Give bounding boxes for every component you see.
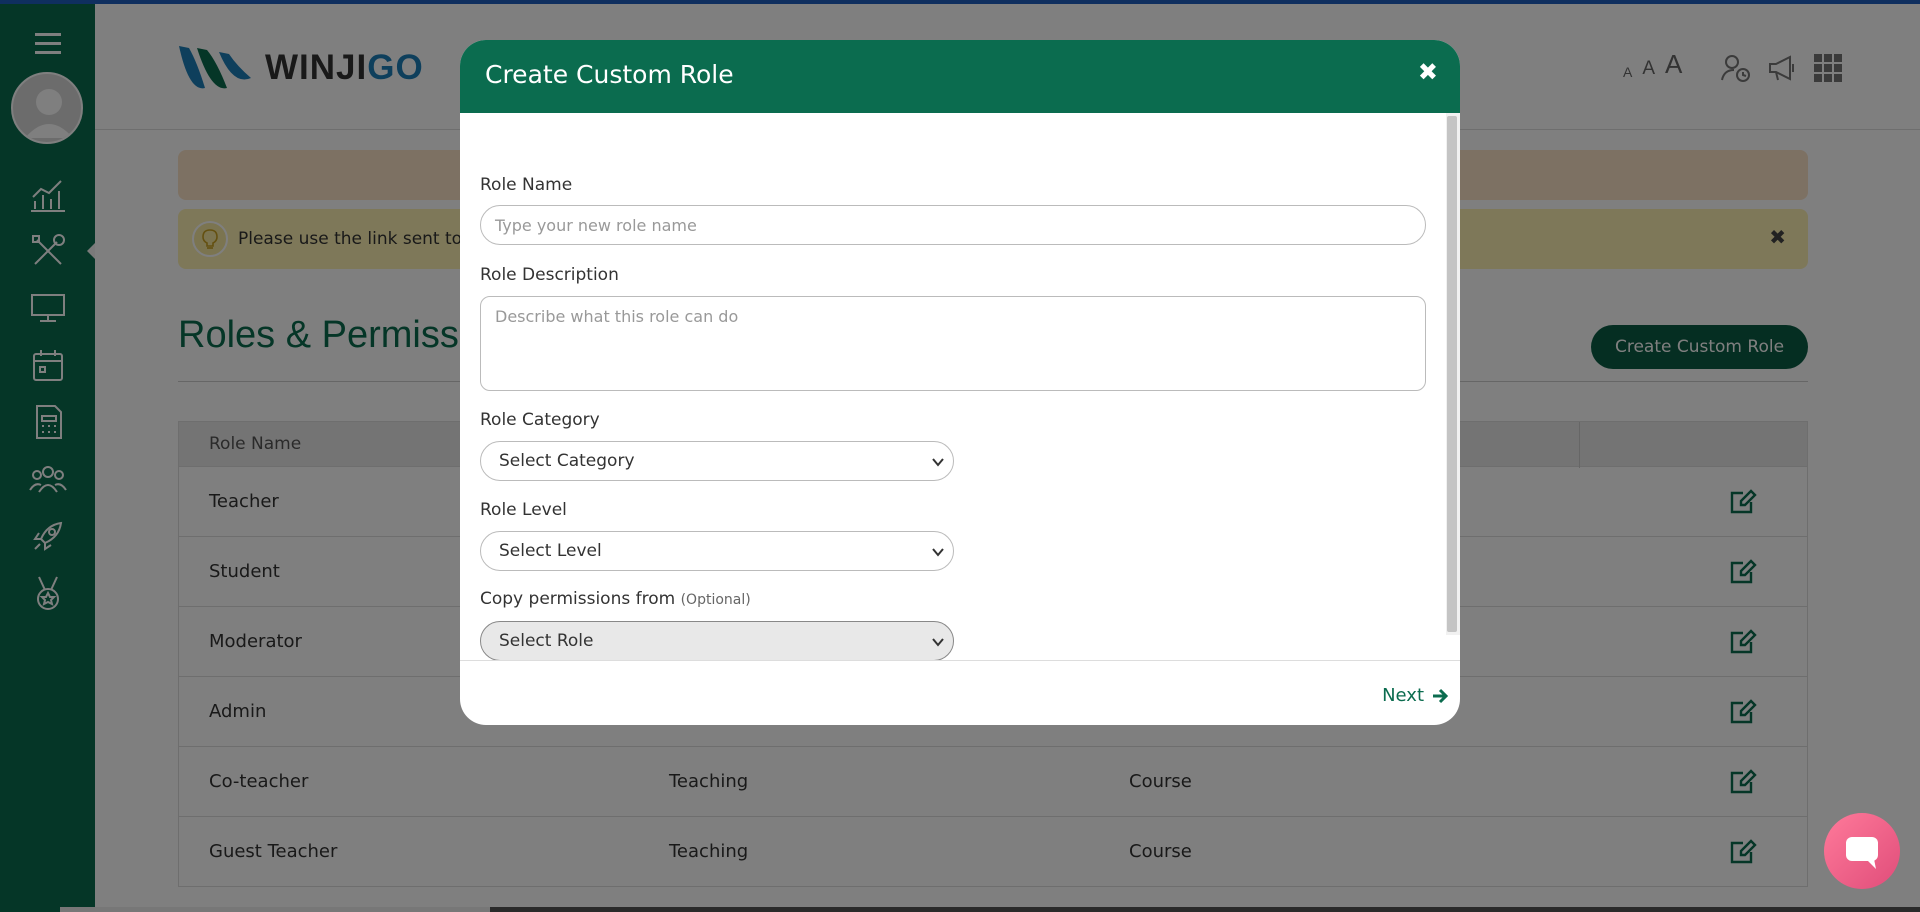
create-custom-role-modal: Create Custom Role ✖ Role Name Type your… bbox=[460, 40, 1460, 725]
next-label: Next bbox=[1382, 685, 1424, 706]
chat-button[interactable] bbox=[1824, 813, 1900, 889]
chevron-down-icon bbox=[931, 634, 945, 654]
optional-hint: (Optional) bbox=[680, 592, 751, 608]
role-description-textarea[interactable]: Describe what this role can do bbox=[480, 296, 1426, 391]
modal-footer: Next bbox=[460, 660, 1460, 725]
close-icon[interactable]: ✖ bbox=[1418, 58, 1438, 86]
modal-scrollbar-thumb[interactable] bbox=[1447, 116, 1457, 632]
copy-permissions-select[interactable]: Select Role bbox=[480, 621, 954, 661]
next-button[interactable]: Next bbox=[1382, 685, 1448, 706]
modal-header: Create Custom Role ✖ bbox=[460, 40, 1460, 113]
arrow-right-icon bbox=[1433, 688, 1448, 703]
role-level-label: Role Level bbox=[480, 500, 567, 520]
modal-title: Create Custom Role bbox=[485, 60, 734, 89]
modal-body: Role Name Type your new role name Role D… bbox=[460, 113, 1460, 661]
role-name-placeholder: Type your new role name bbox=[495, 215, 697, 235]
role-level-select[interactable]: Select Level bbox=[480, 531, 954, 571]
copy-permissions-value: Select Role bbox=[499, 631, 594, 651]
role-description-placeholder: Describe what this role can do bbox=[495, 307, 739, 326]
role-level-value: Select Level bbox=[499, 541, 602, 561]
chat-bubble-icon bbox=[1846, 837, 1878, 869]
copy-permissions-label: Copy permissions from (Optional) bbox=[480, 589, 751, 609]
role-category-select[interactable]: Select Category bbox=[480, 441, 954, 481]
role-name-label: Role Name bbox=[480, 175, 573, 195]
role-category-label: Role Category bbox=[480, 410, 600, 430]
role-description-label: Role Description bbox=[480, 265, 619, 285]
role-name-input[interactable]: Type your new role name bbox=[480, 205, 1426, 245]
chevron-down-icon bbox=[931, 454, 945, 474]
chevron-down-icon bbox=[931, 544, 945, 564]
role-category-value: Select Category bbox=[499, 451, 635, 471]
